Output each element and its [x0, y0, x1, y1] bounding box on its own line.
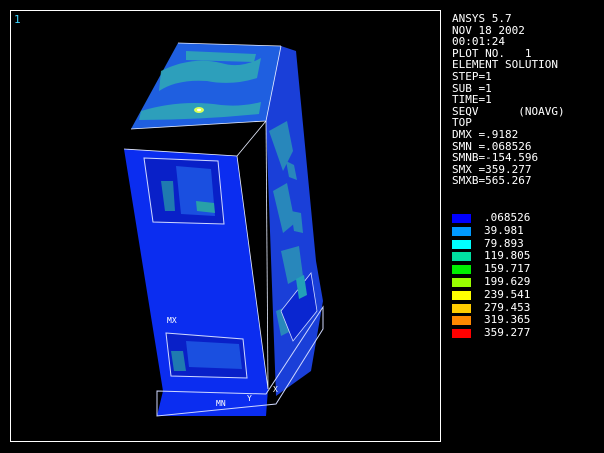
axis-y-label: Y	[247, 394, 252, 403]
axis-x-label: X	[273, 385, 278, 394]
legend-value: 199.629	[484, 274, 531, 288]
legend-swatch	[452, 277, 471, 287]
info-line: SMXB=565.267	[452, 174, 532, 188]
info-line: STEP=1	[452, 69, 492, 83]
legend-row: .068526	[452, 212, 592, 225]
legend-row: 239.541	[452, 287, 592, 302]
legend-value: 159.717	[484, 262, 531, 276]
legend-swatch	[452, 252, 471, 262]
legend-row: 359.277	[452, 327, 592, 340]
legend-swatch	[452, 214, 471, 223]
legend-value: 279.453	[484, 300, 531, 314]
info-line: TIME=1	[452, 93, 492, 107]
plot-info-panel: ANSYS 5.7 NOV 18 2002 00:01:24 PLOT NO. …	[452, 13, 565, 187]
legend-value: 239.541	[484, 287, 531, 301]
info-line: DMX =.9182	[452, 127, 519, 141]
legend-value: 39.981	[484, 223, 524, 237]
legend-row: 39.981	[452, 223, 592, 238]
max-marker-label: MX	[167, 316, 177, 325]
legend-swatch	[452, 316, 471, 326]
info-line: ANSYS 5.7	[452, 12, 512, 25]
legend-value: .068526	[484, 211, 531, 224]
legend-value: 319.365	[484, 313, 531, 327]
legend-swatch	[452, 265, 471, 275]
legend-swatch	[452, 226, 471, 236]
legend-row: 199.629	[452, 274, 592, 289]
min-marker-label: MN	[216, 399, 226, 408]
legend-value: 79.893	[484, 236, 524, 250]
fea-model-plot	[123, 42, 324, 417]
legend-value: 119.805	[484, 249, 531, 263]
legend-value: 359.277	[484, 326, 531, 340]
legend-swatch	[452, 329, 471, 339]
info-line: SMNB=-154.596	[452, 151, 539, 165]
legend-swatch	[452, 303, 471, 313]
graphics-viewport[interactable]: 1 MX MN Y X	[10, 10, 441, 442]
contour-legend: .068526 39.981 79.893 119.805 159.717 19…	[452, 212, 592, 340]
legend-swatch	[452, 290, 471, 300]
legend-swatch	[452, 239, 471, 249]
